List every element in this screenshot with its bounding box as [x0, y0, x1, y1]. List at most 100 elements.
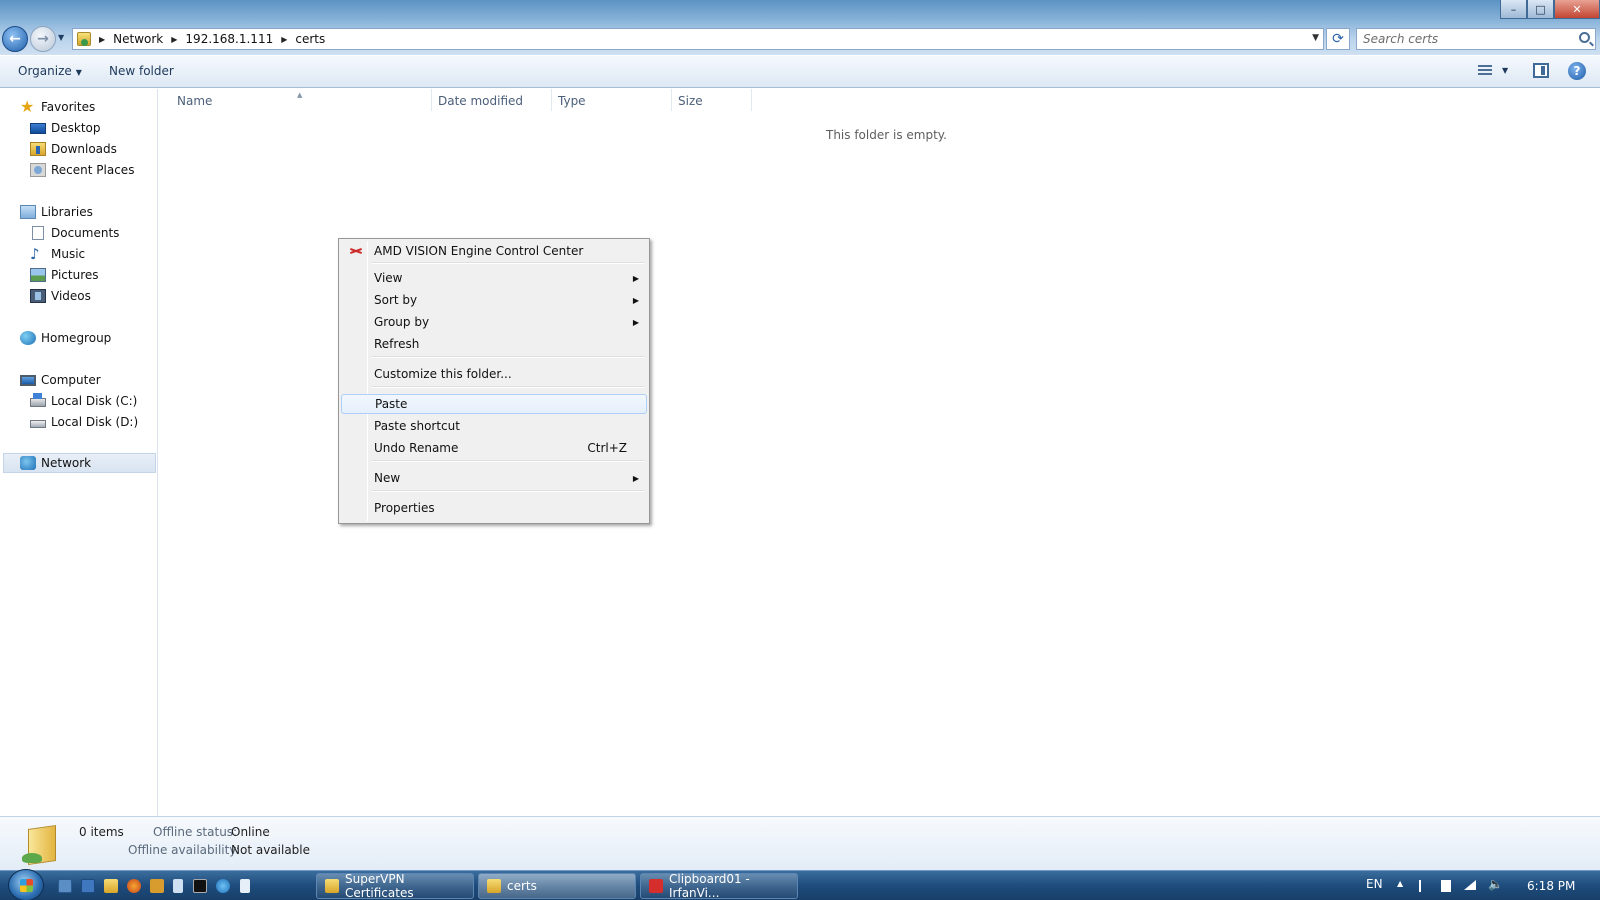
offline-status-label: Offline status: [153, 825, 238, 839]
maximize-button[interactable]: □ [1527, 0, 1554, 19]
show-hidden-icons-icon[interactable]: ▲ [1397, 879, 1403, 888]
nav-computer-label: Computer [41, 373, 101, 387]
breadcrumb-separator-icon[interactable]: ▶ [99, 35, 105, 44]
taskbar-item-irfanview[interactable]: Clipboard01 - IrfanVi... [640, 872, 798, 900]
menu-item-label: New [374, 471, 401, 485]
menu-item-refresh[interactable]: Refresh [341, 334, 647, 354]
column-divider[interactable] [551, 89, 552, 111]
menu-item-group-by[interactable]: Group by ▶ [341, 312, 647, 332]
menu-item-sort-by[interactable]: Sort by ▶ [341, 290, 647, 310]
address-bar[interactable]: ▶ Network ▶ 192.168.1.111 ▶ certs ▼ [72, 28, 1324, 50]
taskbar-item-certs[interactable]: certs [478, 873, 636, 899]
computer-icon [20, 374, 36, 386]
taskbar: SuperVPN Certificates certs Clipboard01 … [0, 869, 1600, 900]
menu-item-shortcut: Ctrl+Z [587, 441, 627, 455]
nav-local-disk-d[interactable]: Local Disk (D:) [30, 412, 138, 432]
search-input[interactable] [1363, 32, 1573, 46]
nav-documents[interactable]: Documents [30, 223, 119, 243]
offline-status-value: Online [231, 825, 270, 839]
preview-pane-icon[interactable] [1533, 63, 1549, 78]
menu-separator [371, 356, 645, 358]
column-header-size[interactable]: Size [678, 89, 748, 113]
nav-pictures-label: Pictures [51, 268, 99, 282]
new-folder-button[interactable]: New folder [109, 64, 174, 78]
column-header-name[interactable]: Name [177, 89, 427, 113]
column-divider[interactable] [431, 89, 432, 111]
back-arrow-icon: ← [9, 31, 21, 47]
volume-icon[interactable]: 🔈 [1488, 877, 1503, 891]
show-desktop-icon[interactable] [58, 879, 72, 893]
submenu-arrow-icon: ▶ [632, 295, 639, 305]
breadcrumb-separator-icon[interactable]: ▶ [171, 35, 177, 44]
menu-item-label: Refresh [374, 337, 420, 351]
nav-local-disk-c[interactable]: Local Disk (C:) [30, 391, 137, 411]
language-indicator[interactable]: EN [1366, 877, 1383, 891]
menu-item-paste[interactable]: Paste [341, 394, 647, 414]
nav-computer[interactable]: Computer [20, 370, 101, 390]
remote-desktop-icon[interactable] [81, 879, 95, 893]
column-header-date-modified[interactable]: Date modified [438, 89, 548, 113]
close-button[interactable]: ✕ [1554, 0, 1600, 19]
column-header-type[interactable]: Type [558, 89, 668, 113]
taskbar-item-supervpn-certificates[interactable]: SuperVPN Certificates [316, 872, 474, 900]
menu-item-amd-vision[interactable]: AMD VISION Engine Control Center [341, 241, 647, 261]
system-drive-icon [30, 393, 46, 407]
submenu-arrow-icon: ▶ [632, 317, 639, 327]
menu-item-view[interactable]: View ▶ [341, 268, 647, 288]
offline-availability-label: Offline availability: [128, 843, 240, 857]
nav-libraries[interactable]: Libraries [20, 202, 93, 222]
nav-downloads[interactable]: Downloads [30, 139, 117, 159]
breadcrumb-separator-icon[interactable]: ▶ [281, 35, 287, 44]
nav-recent-places[interactable]: Recent Places [30, 160, 134, 180]
firefox-icon[interactable] [127, 879, 141, 893]
refresh-button[interactable]: ⟳ [1326, 28, 1350, 50]
minimize-button[interactable]: – [1500, 0, 1527, 19]
breadcrumb-network[interactable]: Network [113, 32, 163, 46]
document-icon[interactable] [173, 879, 183, 893]
explorer-icon[interactable] [104, 879, 118, 893]
notepad-icon[interactable] [240, 879, 250, 893]
menu-item-customize-folder[interactable]: Customize this folder... [341, 364, 647, 384]
system-clock[interactable]: 6:18 PM [1527, 879, 1575, 893]
change-view-icon[interactable] [1478, 65, 1492, 77]
item-count: 0 items [79, 825, 124, 839]
nav-music[interactable]: ♪ Music [30, 244, 85, 264]
search-icon[interactable] [1579, 32, 1590, 43]
nav-pictures[interactable]: Pictures [30, 265, 99, 285]
view-options-dropdown[interactable]: ▼ [1502, 66, 1508, 75]
folder-icon [325, 879, 339, 893]
organize-button[interactable]: Organize ▼ [18, 64, 82, 78]
breadcrumb-certs[interactable]: certs [295, 32, 325, 46]
help-icon[interactable]: ? [1568, 62, 1586, 80]
address-history-dropdown[interactable]: ▼ [1312, 33, 1319, 43]
nav-videos[interactable]: Videos [30, 286, 91, 306]
column-divider[interactable] [671, 89, 672, 111]
column-divider[interactable] [751, 89, 752, 111]
action-center-flag-icon[interactable] [1419, 880, 1431, 892]
desktop-icon [30, 122, 46, 134]
task-label: Clipboard01 - IrfanVi... [669, 872, 750, 900]
start-button[interactable] [8, 869, 44, 900]
command-prompt-icon[interactable] [193, 879, 207, 893]
menu-item-undo-rename[interactable]: Undo Rename Ctrl+Z [341, 438, 647, 458]
breadcrumb-host[interactable]: 192.168.1.111 [185, 32, 273, 46]
utility-icon[interactable] [150, 879, 164, 893]
nav-network[interactable]: Network [3, 453, 156, 473]
nav-homegroup[interactable]: Homegroup [20, 328, 111, 348]
task-label: certs [507, 879, 537, 893]
music-note-icon: ♪ [30, 245, 40, 263]
power-icon[interactable] [1441, 880, 1451, 892]
signal-bars-icon[interactable] [1464, 880, 1476, 890]
menu-item-properties[interactable]: Properties [341, 498, 647, 518]
search-box[interactable] [1356, 28, 1596, 50]
back-button[interactable]: ← [2, 26, 28, 52]
recent-pages-dropdown[interactable]: ▼ [58, 33, 64, 42]
nav-favorites[interactable]: ★ Favorites [20, 97, 95, 117]
menu-item-label: View [374, 271, 403, 285]
internet-explorer-icon[interactable] [216, 879, 230, 893]
libraries-icon [20, 205, 36, 219]
forward-button[interactable]: → [30, 26, 56, 52]
menu-item-paste-shortcut[interactable]: Paste shortcut [341, 416, 647, 436]
nav-desktop[interactable]: Desktop [30, 118, 101, 138]
menu-item-new[interactable]: New ▶ [341, 468, 647, 488]
